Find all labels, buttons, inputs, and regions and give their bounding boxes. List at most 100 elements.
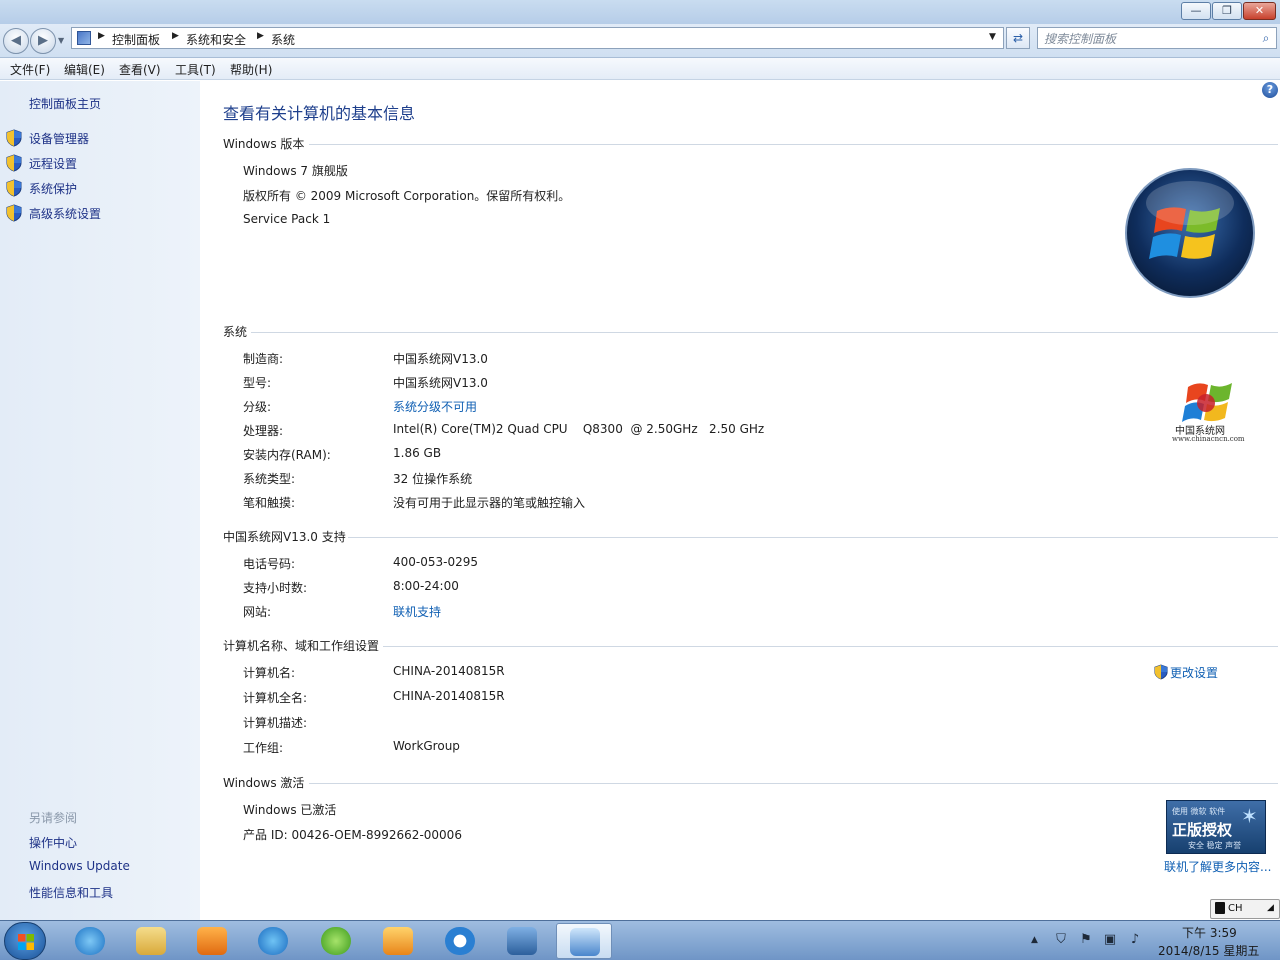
game-icon	[383, 927, 413, 955]
service-pack: Service Pack 1	[243, 212, 331, 226]
maximize-button[interactable]: ❐	[1212, 2, 1242, 20]
breadcrumb-separator-icon[interactable]: ▶	[98, 31, 105, 41]
spec-label: 安装内存(RAM):	[243, 448, 331, 462]
breadcrumb-system[interactable]: 系统	[271, 31, 295, 48]
recent-pages-dropdown[interactable]: ▼	[58, 36, 64, 45]
genuine-badge[interactable]: 使用 微软 软件 正版授权 安全 稳定 声誉 ✶	[1166, 800, 1266, 854]
taskbar-app-browser[interactable]	[245, 923, 301, 959]
windows-logo-icon	[1125, 168, 1255, 298]
menu-view[interactable]: 查看(V)	[119, 61, 161, 78]
rating-link[interactable]: 系统分级不可用	[393, 398, 477, 415]
show-hidden-icons[interactable]: ▲	[1031, 935, 1038, 945]
name-label: 计算机名:	[243, 666, 296, 680]
name-label: 计算机描述:	[243, 716, 308, 730]
menu-file[interactable]: 文件(F)	[10, 61, 50, 78]
section-windows-edition: Windows 版本	[223, 135, 1278, 153]
back-button[interactable]: ◀	[3, 28, 29, 54]
help-icon[interactable]: ?	[1262, 82, 1278, 98]
task-label: 设备管理器	[29, 132, 90, 146]
language-menu-icon[interactable]: ◢	[1267, 903, 1274, 913]
see-also-windows-update[interactable]: Windows Update	[29, 859, 130, 873]
name-label: 计算机全名:	[243, 691, 308, 705]
forward-arrow-icon: ▶	[38, 33, 48, 48]
taskbar-app-update[interactable]	[308, 923, 364, 959]
workgroup-value: WorkGroup	[393, 739, 460, 753]
breadcrumb-system-security[interactable]: 系统和安全	[186, 31, 246, 48]
uac-shield-icon	[6, 204, 22, 222]
taskbar-app-control-panel[interactable]	[556, 923, 612, 959]
section-computer-name: 计算机名称、域和工作组设置	[223, 637, 1278, 655]
action-center-flag-icon[interactable]: ⚑	[1078, 932, 1094, 948]
taskbar-app-game[interactable]	[370, 923, 426, 959]
security-shield-icon[interactable]: ⛉	[1053, 932, 1069, 948]
menu-bar: 文件(F) 编辑(E) 查看(V) 工具(T) 帮助(H)	[0, 58, 1280, 80]
forward-button[interactable]: ▶	[30, 28, 56, 54]
star-icon: ✶	[1241, 804, 1258, 828]
refresh-button[interactable]: ⇄	[1006, 27, 1030, 49]
clock-date[interactable]: 2014/8/15 星期五	[1158, 942, 1259, 959]
section-divider	[348, 537, 1278, 538]
address-dropdown-icon[interactable]: ▼	[989, 32, 996, 42]
close-button[interactable]: ✕	[1243, 2, 1276, 20]
minimize-button[interactable]: —	[1181, 2, 1211, 20]
section-title: 计算机名称、域和工作组设置	[223, 637, 384, 654]
search-box[interactable]: ⌕	[1037, 27, 1277, 49]
name-label: 工作组:	[243, 741, 284, 755]
taskbar-app-explorer[interactable]	[123, 923, 179, 959]
taskbar-app-media-center[interactable]	[432, 923, 488, 959]
media-player-icon	[197, 927, 227, 955]
computer-name-value: CHINA-20140815R	[393, 664, 505, 678]
breadcrumb-separator-icon[interactable]: ▶	[257, 31, 264, 41]
menu-help[interactable]: 帮助(H)	[230, 61, 272, 78]
taskbar-app-ie[interactable]	[62, 923, 118, 959]
section-title: Windows 激活	[223, 774, 309, 791]
spec-label: 型号:	[243, 376, 272, 390]
network-icon[interactable]: ▣	[1102, 932, 1118, 948]
spec-label: 系统类型:	[243, 472, 296, 486]
address-bar[interactable]: ▶ 控制面板 ▶ 系统和安全 ▶ 系统 ▼	[71, 27, 1004, 49]
window-titlebar: — ❐ ✕	[0, 0, 1280, 24]
task-label: 高级系统设置	[29, 207, 102, 221]
support-label: 电话号码:	[243, 557, 296, 571]
spec-value: 中国系统网V13.0	[393, 352, 488, 366]
uac-shield-icon	[6, 179, 22, 197]
badge-bottom-text: 安全 稳定 声誉	[1188, 841, 1242, 850]
taskbar-app-media-player[interactable]	[184, 923, 240, 959]
section-system: 系统	[223, 323, 1278, 341]
menu-tools[interactable]: 工具(T)	[175, 61, 216, 78]
minimize-icon: —	[1190, 4, 1202, 17]
online-support-link[interactable]: 联机支持	[393, 603, 441, 620]
clock-time[interactable]: 下午 3:59	[1182, 924, 1237, 941]
start-button[interactable]	[4, 922, 46, 960]
search-input[interactable]	[1044, 30, 1254, 47]
close-icon: ✕	[1254, 4, 1265, 17]
control-panel-home-link[interactable]: 控制面板主页	[29, 95, 101, 112]
full-name-value: CHINA-20140815R	[393, 689, 505, 703]
language-bar[interactable]: CH ◢	[1210, 899, 1280, 919]
spec-value: 32 位操作系统	[393, 472, 473, 486]
see-also-action-center[interactable]: 操作中心	[29, 834, 77, 851]
refresh-icon: ⇄	[1012, 31, 1024, 45]
menu-edit[interactable]: 编辑(E)	[64, 61, 105, 78]
search-icon[interactable]: ⌕	[1259, 31, 1273, 45]
folder-icon	[136, 927, 166, 955]
activation-status: Windows 已激活	[243, 803, 337, 817]
media-center-icon	[445, 927, 475, 955]
volume-muted-icon[interactable]: ♪	[1127, 932, 1143, 948]
breadcrumb-control-panel[interactable]: 控制面板	[112, 31, 160, 48]
spec-value: 没有可用于此显示器的笔或触控输入	[393, 496, 586, 510]
restore-icon: ❐	[1222, 4, 1232, 17]
see-also-performance[interactable]: 性能信息和工具	[29, 884, 113, 901]
breadcrumb-separator-icon[interactable]: ▶	[172, 31, 179, 41]
spec-value: Intel(R) Core(TM)2 Quad CPU Q8300 @ 2.50…	[393, 422, 765, 436]
section-support: 中国系统网V13.0 支持	[223, 528, 1278, 546]
spec-value: 中国系统网V13.0	[393, 376, 488, 390]
learn-more-link[interactable]: 联机了解更多内容...	[1164, 858, 1271, 875]
oem-logo-url: www.chinacncn.com	[1172, 435, 1245, 443]
section-title: 中国系统网V13.0 支持	[223, 528, 350, 545]
taskbar-app-video[interactable]	[494, 923, 550, 959]
section-divider	[309, 144, 1278, 145]
control-panel-icon	[570, 928, 600, 956]
task-label: 远程设置	[29, 157, 78, 171]
task-label: 系统保护	[29, 182, 78, 196]
